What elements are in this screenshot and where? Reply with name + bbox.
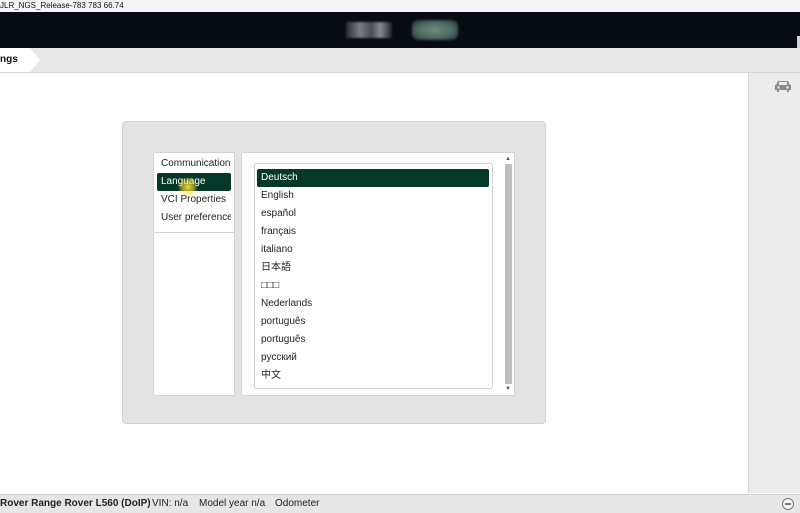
language-item-nederlands[interactable]: Nederlands [257,295,489,313]
breadcrumb-label: ngs [0,54,18,65]
language-item-italiano[interactable]: italiano [257,241,489,259]
scroll-up-arrow-icon[interactable]: ▲ [504,155,512,163]
car-icon[interactable] [773,79,793,93]
language-item-portugues-2[interactable]: português [257,331,489,349]
status-odometer: Odometer [275,498,320,509]
status-vehicle-name: Rover Range Rover L560 (DoIP) [0,498,151,509]
scroll-down-arrow-icon[interactable]: ▼ [504,385,512,393]
top-header-bar [0,12,800,56]
breadcrumb-settings[interactable]: ngs [0,48,40,72]
language-item-japanese[interactable]: 日本語 [257,259,489,277]
language-item-espanol[interactable]: español [257,205,489,223]
breadcrumb: ngs [0,48,800,73]
mouse-cursor-highlight [178,177,198,197]
right-side-panel [748,73,800,493]
language-item-russian[interactable]: русский [257,349,489,367]
language-scrollbar[interactable]: ▲ ▼ [504,155,512,393]
blurred-vehicle-image [412,20,458,40]
nav-item-user-preferences[interactable]: User preferences [157,209,231,227]
language-item-portugues-1[interactable]: português [257,313,489,331]
language-item-unrendered[interactable]: □□□ [257,277,489,295]
status-model-year: Model year n/a [199,498,266,509]
language-item-chinese[interactable]: 中文 [257,367,489,385]
language-panel: Deutsch English español français italian… [241,152,515,396]
status-vin: VIN: n/a [152,498,189,509]
language-item-english[interactable]: English [257,187,489,205]
blurred-logo [346,22,392,38]
settings-card: Communication interface Language VCI Pro… [122,121,546,424]
language-list: Deutsch English español français italian… [254,163,493,389]
scroll-thumb[interactable] [505,164,512,384]
language-item-francais[interactable]: français [257,223,489,241]
minus-circle-icon[interactable] [782,498,794,510]
window-title: JLR_NGS_Release-783 783 66.74 [0,1,124,10]
nav-item-communication-interface[interactable]: Communication interface [157,155,231,173]
status-bar: Rover Range Rover L560 (DoIP) VIN: n/a M… [0,494,800,513]
settings-nav-panel: Communication interface Language VCI Pro… [153,152,235,396]
language-item-deutsch[interactable]: Deutsch [257,169,489,187]
